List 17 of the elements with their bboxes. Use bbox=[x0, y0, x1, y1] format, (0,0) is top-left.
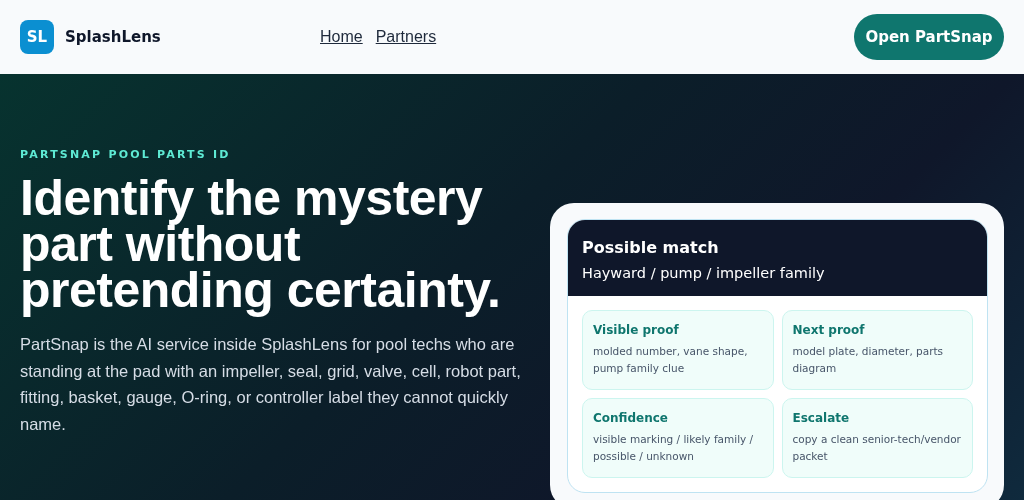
tile-text: model plate, diameter, parts diagram bbox=[792, 344, 945, 376]
tile-text: copy a clean senior-tech/vendor packet bbox=[792, 432, 962, 464]
brand-name[interactable]: SplashLens bbox=[65, 28, 161, 46]
open-partsnap-button[interactable]: Open PartSnap bbox=[854, 14, 1004, 60]
tile-text: visible marking / likely family / possible / unknown bbox=[593, 432, 755, 464]
hero-description: PartSnap is the AI service inside SplashLens for pool techs who are standing at the pad with an impeller, seal, grid, valve, cell, robot part, fitting, basket, gauge, O-ring, or controller label they cannot quickly name. bbox=[20, 334, 522, 435]
tile-title: Visible proof bbox=[593, 323, 680, 337]
tile-title: Next proof bbox=[792, 323, 866, 337]
eyebrow-label: PARTSNAP POOL PARTS ID bbox=[20, 148, 232, 161]
tile-title: Confidence bbox=[593, 411, 669, 425]
nav-link[interactable]: Partners bbox=[375, 28, 437, 46]
match-subtitle: Hayward / pump / impeller family bbox=[582, 265, 826, 281]
match-title: Possible match bbox=[582, 238, 720, 257]
tile-title: Escalate bbox=[792, 411, 851, 425]
logo-badge[interactable]: SL bbox=[20, 20, 54, 54]
nav-link[interactable]: Home bbox=[320, 28, 363, 46]
tile-text: molded number, vane shape, pump family clue bbox=[593, 344, 749, 376]
